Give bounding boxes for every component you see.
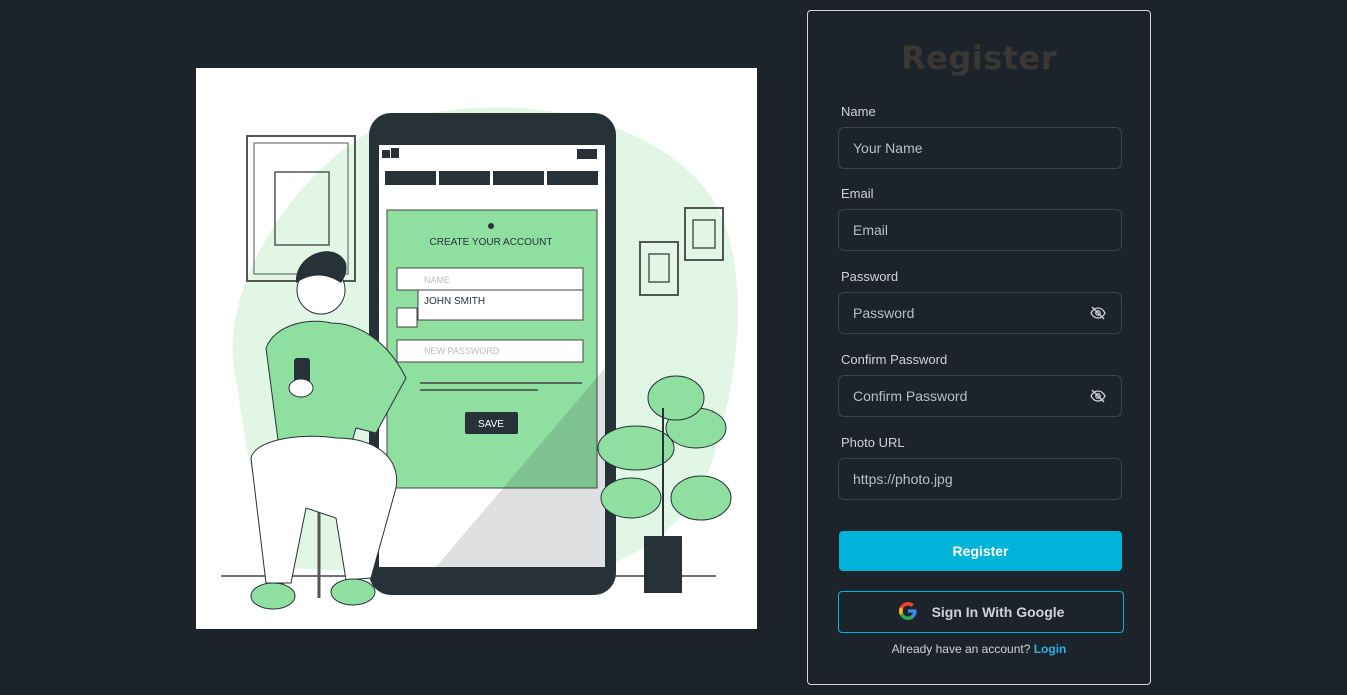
google-signin-button[interactable]: Sign In With Google xyxy=(838,591,1124,633)
email-placeholder: Email xyxy=(853,222,889,238)
confirm-password-label: Confirm Password xyxy=(841,352,948,367)
login-prompt: Already have an account? Login xyxy=(808,642,1150,656)
google-button-label: Sign In With Google xyxy=(931,604,1065,620)
name-placeholder: Your Name xyxy=(853,140,923,156)
google-glyph xyxy=(898,601,917,620)
password-placeholder: Password xyxy=(853,305,915,321)
photo-url-label: Photo URL xyxy=(841,435,905,450)
register-button[interactable]: Register xyxy=(839,531,1122,571)
login-prompt-text: Already have an account? xyxy=(891,642,1031,656)
register-button-label: Register xyxy=(952,543,1009,559)
google-icon xyxy=(898,601,918,624)
register-title: Register xyxy=(900,39,1058,77)
email-input[interactable]: Email xyxy=(838,209,1122,251)
name-input[interactable]: Your Name xyxy=(838,127,1122,169)
photo-url-placeholder: https://photo.jpg xyxy=(853,471,953,487)
eye-slash-icon[interactable] xyxy=(1089,387,1107,405)
phone-name-placeholder: NAME xyxy=(424,275,450,285)
eye-slash-icon[interactable] xyxy=(1089,304,1107,322)
register-card: Register Name Your Name Email Email Pass… xyxy=(807,10,1151,685)
password-input[interactable]: Password xyxy=(838,292,1122,334)
photo-url-input[interactable]: https://photo.jpg xyxy=(838,458,1122,500)
eye-slash-glyph xyxy=(1090,306,1106,320)
phone-password-placeholder: NEW PASSWORD xyxy=(424,346,500,356)
phone-save-button: SAVE xyxy=(478,419,504,430)
login-link[interactable]: Login xyxy=(1034,642,1067,656)
name-label: Name xyxy=(841,104,876,119)
confirm-password-placeholder: Confirm Password xyxy=(853,388,968,404)
register-illustration: CREATE YOUR ACCOUNT NAME JOHN SMITH NEW … xyxy=(196,68,757,629)
confirm-password-input[interactable]: Confirm Password xyxy=(838,375,1122,417)
email-label: Email xyxy=(841,186,874,201)
illustration-svg: CREATE YOUR ACCOUNT NAME JOHN SMITH NEW … xyxy=(221,107,738,610)
eye-slash-glyph xyxy=(1090,389,1106,403)
phone-heading-text: CREATE YOUR ACCOUNT xyxy=(430,237,553,248)
password-label: Password xyxy=(841,269,899,284)
phone-name-value: JOHN SMITH xyxy=(424,296,485,307)
